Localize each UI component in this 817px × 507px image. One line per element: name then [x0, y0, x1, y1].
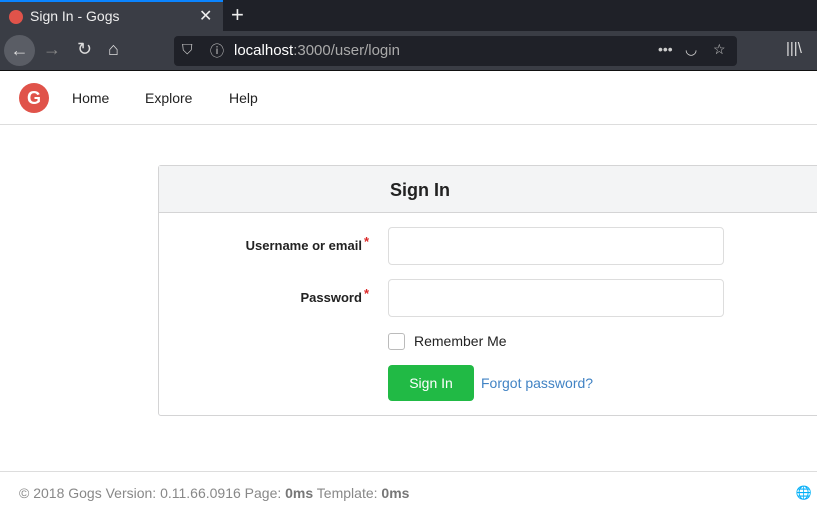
page-title: Sign In	[159, 166, 817, 213]
nav-help[interactable]: Help	[229, 90, 258, 106]
tab-title: Sign In - Gogs	[30, 8, 120, 24]
pocket-icon[interactable]: ◡	[685, 41, 697, 58]
language-globe-icon[interactable]: 🌐	[796, 485, 812, 501]
url-host: localhost	[234, 42, 294, 59]
password-input[interactable]	[388, 279, 724, 317]
gogs-logo[interactable]: G	[19, 83, 49, 113]
tab-bar: Sign In - Gogs ✕ +	[0, 0, 817, 31]
browser-tab[interactable]: Sign In - Gogs ✕	[0, 0, 223, 31]
back-icon[interactable]: ←	[4, 35, 35, 66]
library-icon[interactable]: |||\	[786, 40, 802, 57]
template-label: Template:	[313, 485, 382, 501]
footer-copyright: © 2018 Gogs Version: 0.11.66.0916 Page:	[19, 485, 286, 501]
footer: © 2018 Gogs Version: 0.11.66.0916 Page: …	[0, 471, 817, 507]
new-tab-icon[interactable]: +	[231, 2, 244, 28]
reload-icon[interactable]: ↻	[77, 39, 92, 60]
remember-me-checkbox[interactable]	[388, 333, 405, 350]
star-icon[interactable]: ☆	[713, 41, 726, 58]
username-input[interactable]	[388, 227, 724, 265]
gogs-favicon-icon	[9, 10, 23, 24]
remember-me-label[interactable]: Remember Me	[414, 333, 507, 349]
sign-in-button[interactable]: Sign In	[388, 365, 474, 401]
info-icon[interactable]: ⓘ	[210, 41, 224, 61]
forward-icon[interactable]: →	[43, 39, 61, 60]
more-icon[interactable]: •••	[658, 41, 673, 57]
close-tab-icon[interactable]: ✕	[199, 6, 212, 26]
password-label: Password *	[300, 286, 369, 305]
forgot-password-link[interactable]: Forgot password?	[481, 375, 593, 391]
page-time: 0ms	[285, 485, 314, 501]
home-icon[interactable]: ⌂	[108, 39, 119, 60]
shield-icon: ⛉	[182, 41, 193, 57]
username-label: Username or email *	[245, 234, 369, 253]
nav-explore[interactable]: Explore	[145, 90, 192, 106]
site-header: G Home Explore Help	[0, 71, 817, 125]
nav-home[interactable]: Home	[72, 90, 109, 106]
url-bar[interactable]: ⛉ ⓘ localhost:3000/user/login ••• ◡ ☆	[174, 36, 737, 66]
url-path: :3000/user/login	[293, 42, 400, 59]
template-time: 0ms	[381, 485, 410, 501]
browser-toolbar: ← → ↻ ⌂ ⛉ ⓘ localhost:3000/user/login ••…	[0, 31, 817, 71]
sign-in-panel: Sign In Username or email * Password * Rem…	[158, 165, 817, 416]
